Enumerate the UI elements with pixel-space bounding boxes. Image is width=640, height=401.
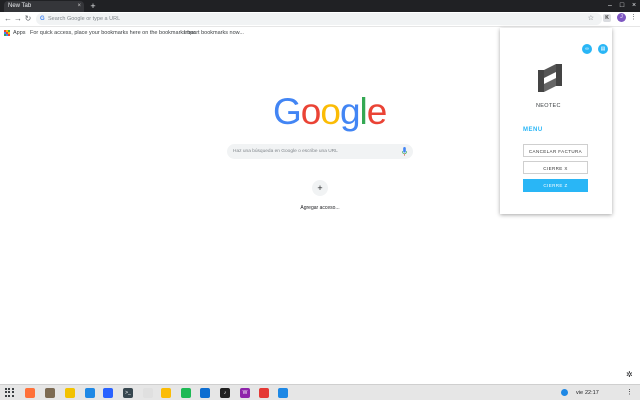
maximize-icon[interactable]: □ — [616, 0, 628, 12]
teamviewer-app-icon[interactable] — [200, 388, 210, 398]
search-input[interactable]: Haz una búsqueda en Google o escribe una… — [227, 144, 413, 159]
add-shortcut-label: Agregar acceso... — [300, 205, 340, 211]
new-tab-button[interactable]: + — [88, 0, 98, 12]
import-bookmarks-link[interactable]: Import bookmarks now... — [184, 27, 244, 39]
infinity-icon[interactable]: ∞ — [582, 44, 592, 54]
chrome-app-icon[interactable] — [161, 388, 171, 398]
reload-icon[interactable]: ↻ — [23, 13, 33, 25]
apps-grid-icon[interactable] — [4, 30, 10, 36]
apps-link[interactable]: Apps — [13, 27, 26, 39]
launcher-dot — [11, 388, 14, 390]
mic-icon[interactable] — [402, 147, 407, 156]
omnibox-placeholder: Search Google or type a URL — [48, 16, 121, 22]
cierre-x-button[interactable]: CIERRE X — [523, 161, 588, 174]
notes-app-icon[interactable] — [65, 388, 75, 398]
tab-title: New Tab — [8, 3, 32, 9]
launcher-dot — [5, 388, 7, 390]
logo-letter: o — [320, 91, 341, 132]
search-placeholder: Haz una búsqueda en Google o escribe una… — [233, 149, 338, 154]
forward-icon[interactable]: → — [13, 13, 23, 25]
sketch-app-icon[interactable] — [143, 388, 153, 398]
launcher-dot — [8, 394, 11, 397]
printer-icon[interactable]: ▤ — [598, 44, 608, 54]
tray-day: vie — [576, 390, 584, 396]
tray-clock[interactable]: 22:17 — [585, 385, 599, 401]
minimize-icon[interactable]: – — [604, 0, 616, 12]
logo-letter: g — [339, 91, 361, 132]
store-app-icon[interactable] — [85, 388, 95, 398]
cierre-z-button[interactable]: CIERRE Z — [523, 179, 588, 192]
launcher-dot — [8, 388, 11, 390]
launcher-dot — [5, 394, 7, 397]
window-close-icon[interactable]: × — [628, 0, 640, 12]
firefox-app-icon[interactable] — [25, 388, 35, 398]
logo-letter: o — [300, 91, 322, 132]
google-g-icon: G — [40, 16, 45, 22]
add-shortcut-button[interactable]: + — [312, 180, 328, 196]
media-app-icon[interactable] — [259, 388, 269, 398]
spotify-app-icon[interactable] — [181, 388, 191, 398]
files-app-icon[interactable] — [45, 388, 55, 398]
music-app-icon[interactable]: ♪ — [220, 388, 230, 398]
cancelar-factura-button[interactable]: CANCELAR FACTURA — [523, 144, 588, 157]
profile-avatar[interactable]: J — [617, 13, 626, 22]
tray-status-icon[interactable] — [561, 389, 568, 396]
tab-strip: New Tab × + – □ × — [0, 0, 640, 12]
launcher-dot — [11, 391, 14, 394]
chrome-menu-icon[interactable]: ⋮ — [630, 12, 637, 24]
launcher-dot — [11, 394, 14, 397]
bookmarks-hint: For quick access, place your bookmarks h… — [30, 30, 197, 36]
vscode-app-icon[interactable] — [103, 388, 113, 398]
google-logo: Google — [273, 91, 388, 132]
terminal-app-icon[interactable]: >_ — [123, 388, 133, 398]
logo-letter: l — [359, 91, 368, 132]
logo-letter: e — [366, 91, 388, 132]
omnibox[interactable]: G Search Google or type a URL ☆ — [36, 13, 602, 25]
logo-letter: G — [273, 91, 302, 132]
launcher-dot — [5, 391, 7, 394]
extension-popup: ∞ ▤ NEOTEC MENU CANCELAR FACTURA CIERRE … — [500, 28, 612, 214]
menu-title: MENU — [523, 127, 543, 133]
toolbar: ← → ↻ G Search Google or type a URL ☆ — [0, 12, 640, 27]
bookmark-star-icon[interactable]: ☆ — [588, 13, 594, 25]
webstorm-app-icon[interactable]: W — [240, 388, 250, 398]
tab-new-tab[interactable]: New Tab × — [4, 1, 84, 12]
tab-close-icon[interactable]: × — [77, 1, 81, 12]
extension-icon[interactable]: K — [603, 14, 611, 22]
launcher-dot — [8, 391, 11, 394]
apps-dot — [8, 34, 10, 36]
tray-menu-icon[interactable]: ⋮ — [626, 385, 633, 401]
taskbar: >_ ♪ W vie 22:17 ⋮ — [0, 384, 640, 400]
neotec-logo-icon — [538, 64, 562, 92]
brand-name: NEOTEC — [536, 103, 561, 109]
app-app-icon[interactable] — [278, 388, 288, 398]
back-icon[interactable]: ← — [3, 13, 13, 25]
customize-gear-icon[interactable]: ✲ — [626, 370, 633, 379]
launcher-icon[interactable] — [5, 388, 14, 397]
